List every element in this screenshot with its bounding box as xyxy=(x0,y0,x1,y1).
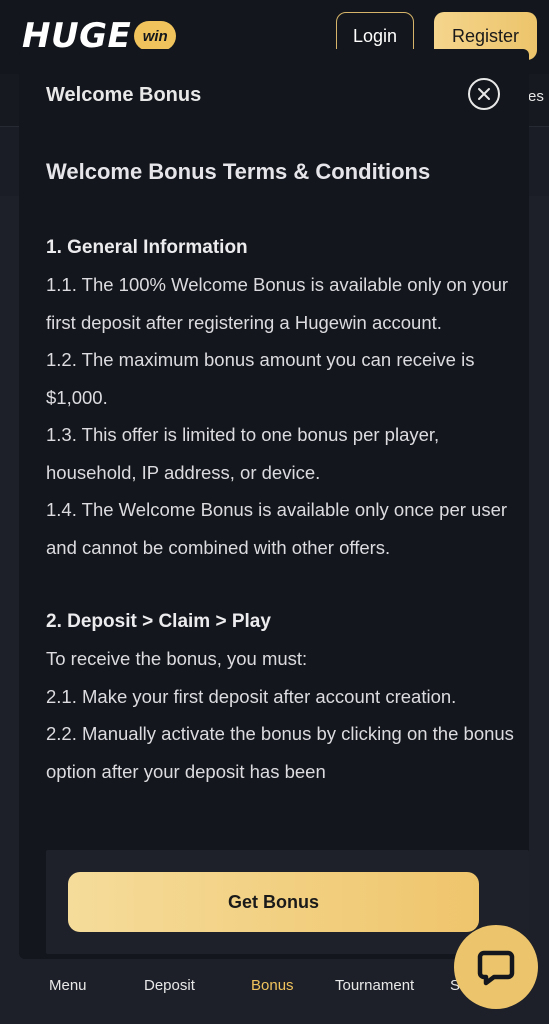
welcome-bonus-modal: Welcome Bonus Welcome Bonus Terms & Cond… xyxy=(19,49,529,959)
term-item: 2.1. Make your first deposit after accou… xyxy=(46,685,457,707)
nav-item-menu[interactable]: Menu xyxy=(49,977,87,994)
term-item: 1.3. This offer is limited to one bonus … xyxy=(46,424,440,483)
modal-title: Welcome Bonus xyxy=(46,84,202,106)
background-peek-text: es xyxy=(528,88,544,105)
terms-scroll-area[interactable]: Welcome Bonus Terms & Conditions 1. Gene… xyxy=(46,157,516,851)
modal-footer: Get Bonus xyxy=(46,850,529,954)
terms-heading: Welcome Bonus Terms & Conditions xyxy=(46,159,431,184)
term-item: 1.4. The Welcome Bonus is available only… xyxy=(46,499,508,558)
term-item: 2.2. Manually activate the bonus by clic… xyxy=(46,723,514,782)
section-title: 2. Deposit > Claim > Play xyxy=(46,611,271,632)
nav-item-deposit[interactable]: Deposit xyxy=(144,977,195,994)
nav-item-bonus[interactable]: Bonus xyxy=(251,977,294,994)
close-button[interactable] xyxy=(468,78,500,110)
nav-item-tournament[interactable]: Tournament xyxy=(335,977,414,994)
page: HUGE win Login Register es Menu Deposit … xyxy=(0,0,549,1024)
term-item: 1.2. The maximum bonus amount you can re… xyxy=(46,349,475,408)
term-item: To receive the bonus, you must: xyxy=(46,648,308,669)
section-title: 1. General Information xyxy=(46,237,248,258)
close-icon xyxy=(478,88,490,100)
get-bonus-button[interactable]: Get Bonus xyxy=(68,872,479,932)
chat-icon xyxy=(477,950,515,986)
live-chat-button[interactable] xyxy=(454,925,538,1009)
logo-badge: win xyxy=(134,21,177,51)
term-item: 1.1. The 100% Welcome Bonus is available… xyxy=(46,274,509,333)
